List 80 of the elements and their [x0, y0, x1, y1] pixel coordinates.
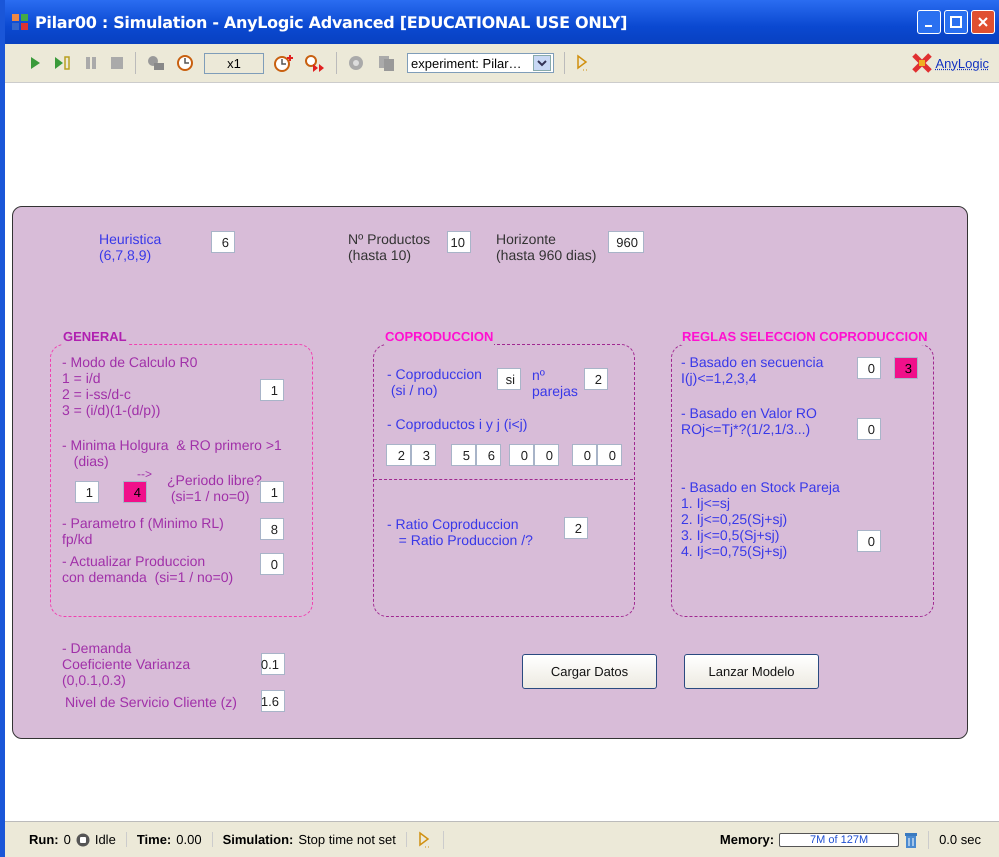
run-count: 0	[64, 832, 71, 847]
field-label: - Basado en secuencia I(j)<=1,2,3,4	[681, 354, 824, 386]
field-label: ¿Periodo libre? (si=1 / no=0)	[167, 472, 262, 504]
field-label: - Coproduccion (si / no)	[387, 366, 482, 398]
input-field[interactable]: 0.1	[261, 653, 285, 675]
stop-icon[interactable]	[109, 55, 125, 71]
clock-plus-icon[interactable]	[274, 54, 294, 72]
field-label: - Demanda Coeficiente Varianza (0,0.1,0.3)	[62, 640, 190, 688]
input-field[interactable]: si	[497, 368, 521, 390]
input-field[interactable]: 960	[608, 231, 644, 253]
close-button[interactable]	[971, 10, 995, 34]
input-field[interactable]: 0	[857, 418, 881, 440]
time-value: 0.00	[176, 832, 202, 847]
memory-bar: 7M of 127M	[779, 832, 900, 846]
field-label: Nivel de Servicio Cliente (z)	[65, 694, 237, 710]
input-field[interactable]: 3	[894, 357, 918, 379]
input-field[interactable]: 0	[260, 553, 284, 575]
input-field[interactable]: 1.6	[261, 690, 285, 712]
copy-icon[interactable]	[377, 54, 397, 72]
pause-icon[interactable]	[83, 55, 99, 71]
run-label: Run:	[29, 832, 59, 847]
input-field[interactable]: 0	[572, 444, 597, 466]
field-label: - Minima Holgura & RO primero >1 (dias)	[62, 437, 282, 469]
trash-icon[interactable]	[904, 830, 918, 848]
close-icon	[977, 16, 989, 28]
input-field[interactable]: 0	[857, 530, 881, 552]
anylogic-link[interactable]: AnyLogic	[936, 56, 989, 70]
input-field[interactable]: 5	[451, 444, 476, 466]
field-label: nº parejas	[532, 367, 578, 399]
input-field[interactable]: 0	[534, 444, 559, 466]
input-field[interactable]: 6	[476, 444, 501, 466]
field-label: - Coproductos i y j (i<j)	[387, 416, 528, 432]
speed-field[interactable]: x1	[204, 52, 264, 74]
input-field[interactable]: 2	[584, 368, 608, 390]
field-label: - Basado en Valor RO ROj<=Tj*?(1/2,1/3...)	[681, 405, 817, 437]
maximize-button[interactable]	[944, 10, 968, 34]
experiment-select[interactable]: experiment: Pilar…	[407, 53, 554, 73]
section-heading: GENERAL	[62, 329, 128, 345]
input-field[interactable]: 3	[411, 444, 436, 466]
time-label: Time:	[136, 832, 172, 847]
input-field[interactable]: 2	[386, 444, 411, 466]
field-label: - Basado en Stock Pareja 1. Ij<=sj 2. Ij<=0,25(Sj+sj) 3. Ij<=0,5(Sj+sj) 4. Ij<=0,75(Sj+sj)	[681, 479, 840, 559]
input-field[interactable]: 0	[509, 444, 534, 466]
memory-label: Memory:	[720, 832, 774, 847]
idle-icon	[76, 832, 90, 846]
input-field[interactable]: 0	[857, 357, 881, 379]
window-title: Pilar00 : Simulation - AnyLogic Advanced [EDUCATIONAL USE ONLY]	[35, 12, 628, 32]
app-logo-icon	[11, 13, 29, 31]
field-label: -->	[137, 469, 152, 480]
input-field[interactable]: 1	[260, 481, 284, 503]
maximize-icon	[950, 16, 962, 28]
run-state: Idle	[94, 832, 116, 847]
minimize-button[interactable]	[917, 10, 941, 34]
field-label: Heuristica (6,7,8,9)	[99, 231, 162, 263]
load-data-button[interactable]: Cargar Datos	[522, 654, 657, 689]
field-label: - Ratio Coproduccion = Ratio Produccion /?	[387, 516, 533, 548]
input-field[interactable]: 1	[260, 379, 284, 401]
field-label: - Parametro f (Minimo RL) fp/kd	[62, 515, 224, 547]
step-icon[interactable]	[53, 55, 73, 71]
input-field[interactable]: 2	[564, 517, 588, 539]
section-heading: COPRODUCCION	[384, 329, 494, 345]
fast-forward-icon[interactable]	[304, 54, 326, 72]
field-label: Nº Productos (hasta 10)	[348, 231, 430, 263]
section-heading: REGLAS SELECCION COPRODUCCION	[681, 329, 929, 345]
elapsed-time: 0.0 sec	[939, 832, 981, 847]
field-label: - Actualizar Produccion con demanda (si=1 / no=0)	[62, 553, 234, 585]
field-label: - Modo de Calculo R0 1 = i/d 2 = i-ss/d-c 3 = (i/d)(1-(d/p))	[62, 354, 198, 418]
input-field[interactable]: 10	[447, 231, 471, 253]
minimize-icon	[925, 25, 933, 27]
simulation-value: Stop time not set	[298, 832, 396, 847]
app-logo-icon	[912, 53, 932, 73]
clock-icon[interactable]	[176, 54, 194, 72]
input-field[interactable]: 1	[75, 481, 99, 503]
simulation-label: Simulation:	[222, 832, 294, 847]
input-field[interactable]: 0	[597, 444, 622, 466]
input-field[interactable]: 6	[211, 231, 235, 253]
input-field[interactable]: 4	[123, 481, 147, 503]
input-field[interactable]: 8	[260, 518, 284, 540]
field-label: Horizonte (hasta 960 dias)	[496, 231, 596, 263]
launch-model-button[interactable]: Lanzar Modelo	[684, 654, 819, 689]
